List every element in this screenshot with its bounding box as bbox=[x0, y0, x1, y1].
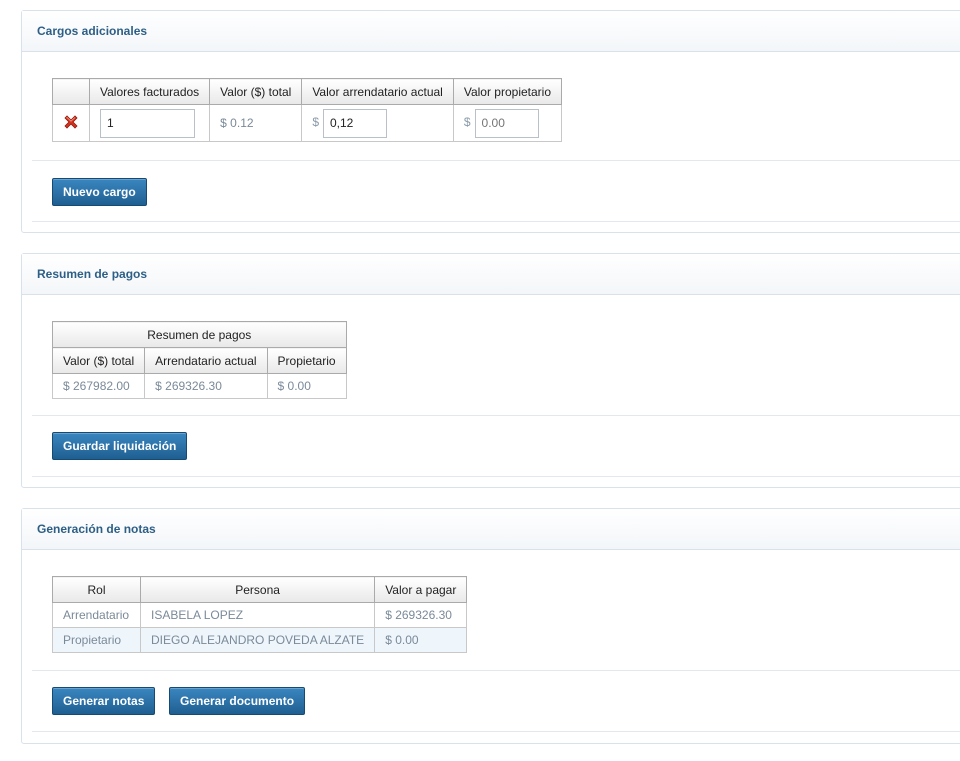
resumen-pagos-panel: Resumen de pagos Resumen de pagos Valor … bbox=[21, 253, 960, 488]
table-row: Propietario DIEGO ALEJANDRO POVEDA ALZAT… bbox=[52, 627, 468, 653]
nota-rol: Propietario bbox=[52, 627, 141, 653]
resumen-table: Resumen de pagos Valor ($) total Arrenda… bbox=[51, 321, 347, 399]
generacion-notas-title: Generación de notas bbox=[22, 509, 960, 550]
cargos-header-delete bbox=[52, 78, 90, 105]
notas-header-rol: Rol bbox=[52, 576, 141, 603]
valor-propietario-input[interactable] bbox=[474, 108, 539, 138]
cargos-row: $ 0.12 $ $ bbox=[52, 104, 563, 142]
nota-valor: $ 269326.30 bbox=[374, 602, 468, 628]
divider bbox=[32, 731, 960, 732]
resumen-header-propietario: Propietario bbox=[266, 347, 347, 374]
valor-arrendatario-input[interactable] bbox=[323, 108, 387, 138]
currency-symbol: $ bbox=[312, 115, 319, 130]
cargos-delete-cell bbox=[52, 104, 90, 142]
generacion-notas-panel: Generación de notas Rol Persona Valor a … bbox=[21, 508, 960, 744]
cargos-header-facturados: Valores facturados bbox=[88, 78, 211, 105]
cargos-adicionales-title: Cargos adicionales bbox=[22, 11, 960, 52]
resumen-header-arrendatario: Arrendatario actual bbox=[144, 347, 268, 374]
cargos-total-cell: $ 0.12 bbox=[209, 104, 303, 142]
notas-header-valor: Valor a pagar bbox=[374, 576, 468, 603]
notas-header-row: Rol Persona Valor a pagar bbox=[52, 576, 468, 603]
nota-valor: $ 0.00 bbox=[374, 627, 468, 653]
cargos-adicionales-panel: Cargos adicionales Valores facturados Va… bbox=[21, 10, 960, 233]
nuevo-cargo-button[interactable]: Nuevo cargo bbox=[52, 178, 147, 206]
nota-persona: DIEGO ALEJANDRO POVEDA ALZATE bbox=[139, 627, 376, 653]
divider bbox=[32, 415, 960, 416]
divider bbox=[32, 221, 960, 222]
divider bbox=[32, 670, 960, 671]
nota-rol: Arrendatario bbox=[52, 602, 141, 628]
resumen-table-title: Resumen de pagos bbox=[52, 321, 347, 348]
cargos-header-row: Valores facturados Valor ($) total Valor… bbox=[52, 78, 563, 105]
cargos-table: Valores facturados Valor ($) total Valor… bbox=[52, 78, 563, 142]
valores-facturados-input[interactable] bbox=[100, 108, 195, 138]
cargos-header-propietario: Valor propietario bbox=[452, 78, 563, 105]
notas-header-persona: Persona bbox=[139, 576, 376, 603]
resumen-pagos-title: Resumen de pagos bbox=[22, 254, 960, 295]
table-row: Arrendatario ISABELA LOPEZ $ 269326.30 bbox=[52, 602, 468, 628]
delete-icon[interactable] bbox=[63, 114, 79, 130]
cargos-propietario-cell: $ bbox=[452, 104, 563, 142]
guardar-liquidacion-button[interactable]: Guardar liquidación bbox=[52, 432, 188, 460]
resumen-header-row: Valor ($) total Arrendatario actual Prop… bbox=[51, 347, 347, 374]
resumen-propietario-value: $ 0.00 bbox=[266, 373, 347, 399]
resumen-total-value: $ 267982.00 bbox=[51, 373, 146, 399]
generar-notas-button[interactable]: Generar notas bbox=[52, 687, 156, 715]
nota-persona: ISABELA LOPEZ bbox=[139, 602, 376, 628]
divider bbox=[32, 160, 960, 161]
cargos-arrendatario-cell: $ bbox=[301, 104, 454, 142]
cargos-header-total: Valor ($) total bbox=[209, 78, 303, 105]
divider bbox=[32, 476, 960, 477]
generar-documento-button[interactable]: Generar documento bbox=[169, 687, 306, 715]
cargos-facturados-cell bbox=[88, 104, 211, 142]
currency-symbol: $ bbox=[463, 115, 471, 130]
cargos-header-arrendatario: Valor arrendatario actual bbox=[301, 78, 454, 105]
resumen-title-row: Resumen de pagos bbox=[52, 321, 347, 348]
resumen-arrendatario-value: $ 269326.30 bbox=[144, 373, 268, 399]
notas-table: Rol Persona Valor a pagar Arrendatario I… bbox=[52, 576, 468, 653]
resumen-header-total: Valor ($) total bbox=[51, 347, 146, 374]
resumen-values-row: $ 267982.00 $ 269326.30 $ 0.00 bbox=[51, 373, 347, 399]
